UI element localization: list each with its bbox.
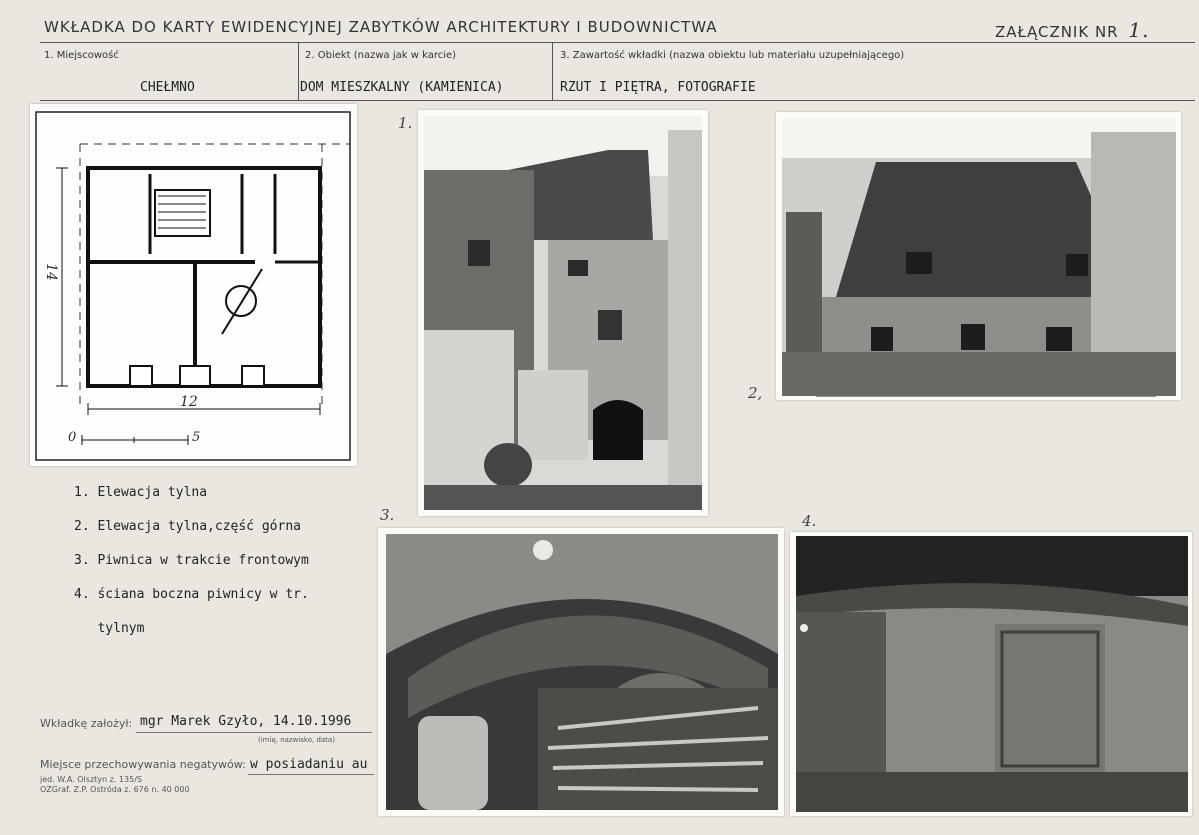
photo-3-image xyxy=(386,534,778,810)
sheet-title: WKŁADKA DO KARTY EWIDENCYJNEJ ZABYTKÓW A… xyxy=(44,18,718,36)
photo-4-cellar-side-wall xyxy=(790,532,1192,816)
locality-value: CHEŁMNO xyxy=(140,80,195,95)
floor-plan-card: 14 12 0 5 xyxy=(30,104,357,466)
legend-item-1: 1. Elewacja tylna xyxy=(74,485,208,500)
photo-1-image xyxy=(424,116,702,510)
author-label: Wkładkę założył: xyxy=(40,717,133,730)
record-sheet: WKŁADKA DO KARTY EWIDENCYJNEJ ZABYTKÓW A… xyxy=(0,0,1199,835)
photo-1-number: 1. xyxy=(398,114,413,132)
contents-label: 3. Zawartość wkładki (nazwa obiektu lub … xyxy=(560,50,905,61)
author-underline xyxy=(136,732,372,733)
storage-label: Miejsce przechowywania negatywów: xyxy=(40,758,246,771)
print-info-1: jed. W.A. Olsztyn z. 135/S xyxy=(40,775,142,784)
legend-item-3: 3. Piwnica w trakcie frontowym xyxy=(74,553,309,568)
author-hint: (imię, nazwisko, data) xyxy=(258,736,335,744)
photo-4-number: 4. xyxy=(802,512,817,530)
contents-value: RZUT I PIĘTRA, FOTOGRAFIE xyxy=(560,80,756,95)
legend-item-2: 2. Elewacja tylna,część górna xyxy=(74,519,301,534)
storage-underline xyxy=(248,774,374,775)
annex-label-text: ZAŁĄCZNIK NR xyxy=(995,23,1119,41)
annex-label: ZAŁĄCZNIK NR 1. xyxy=(995,18,1149,42)
field-divider-1 xyxy=(298,42,299,100)
field-divider-2 xyxy=(552,42,553,100)
photo-3-number: 3. xyxy=(380,506,395,524)
scale-start: 0 xyxy=(68,430,77,445)
locality-label: 1. Miejscowość xyxy=(44,50,119,61)
object-value: DOM MIESZKALNY (KAMIENICA) xyxy=(300,80,504,95)
legend-item-4-continued: tylnym xyxy=(74,621,145,636)
photo-legend: 1. Elewacja tylna 2. Elewacja tylna,częś… xyxy=(74,480,309,650)
photo-3-cellar-front xyxy=(378,528,784,816)
plan-dimension-vertical: 14 xyxy=(42,263,59,281)
annex-number: 1. xyxy=(1128,18,1150,42)
author-value: mgr Marek Gzyło, 14.10.1996 xyxy=(140,714,352,729)
legend-item-4: 4. ściana boczna piwnicy w tr. xyxy=(74,587,309,602)
scale-end: 5 xyxy=(192,430,201,445)
plan-dimension-horizontal: 12 xyxy=(180,394,198,410)
header-rule xyxy=(40,42,1195,43)
floor-plan-drawing xyxy=(35,111,351,461)
photo-2-rear-facade-upper xyxy=(776,112,1181,400)
print-info-2: OZGraf. Z.P. Ostróda z. 676 n. 40 000 xyxy=(40,785,190,794)
fields-rule xyxy=(40,100,1195,101)
photo-4-image xyxy=(796,536,1188,812)
photo-1-rear-facade xyxy=(418,110,708,516)
photo-2-image xyxy=(782,118,1176,397)
storage-value: w posiadaniu au xyxy=(250,757,368,772)
photo-2-number: 2, xyxy=(748,384,763,402)
object-label: 2. Obiekt (nazwa jak w karcie) xyxy=(305,50,457,61)
